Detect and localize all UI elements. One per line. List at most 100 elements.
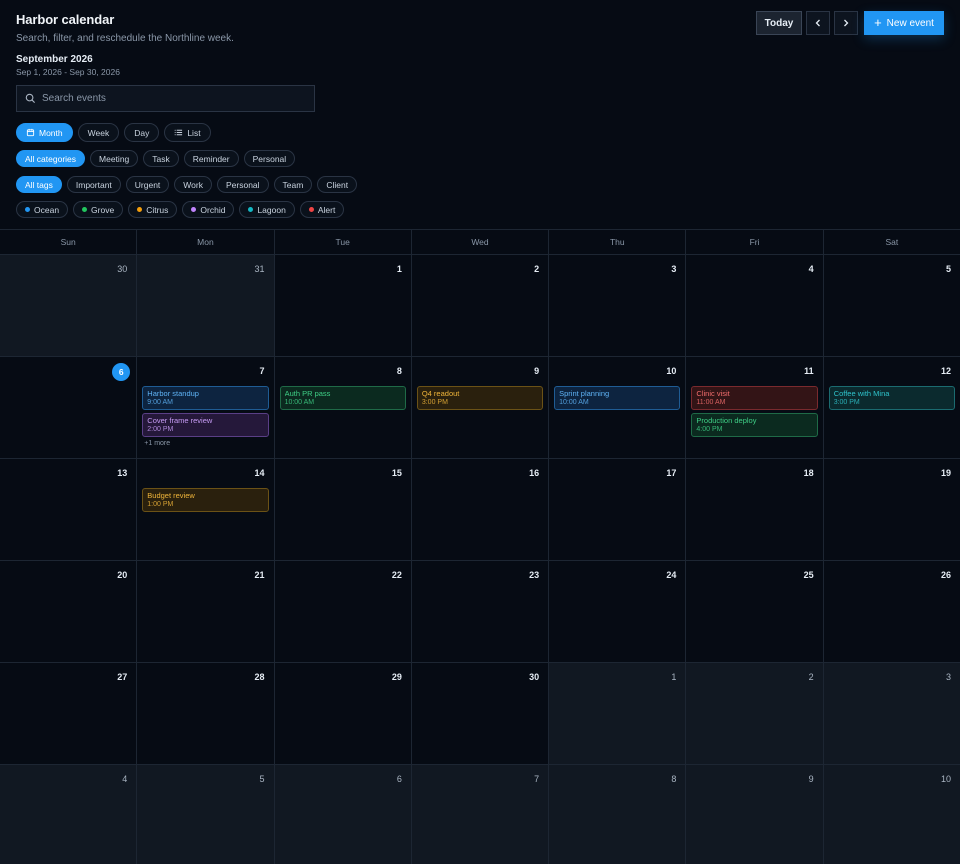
day-cell[interactable]: 11 Clinic visit 11:00 AM Production deploy 4…: [686, 357, 824, 458]
view-list-button[interactable]: List: [164, 123, 211, 142]
category-chip-reminder[interactable]: Reminder: [183, 150, 239, 167]
tag-chip-personal[interactable]: Personal: [216, 176, 269, 193]
event-time: 3:00 PM: [421, 399, 448, 406]
day-cell[interactable]: 20: [0, 561, 138, 662]
color-chip-citrus[interactable]: Citrus: [128, 201, 178, 218]
tag-chip-work[interactable]: Work: [174, 176, 212, 193]
tag-chip-team[interactable]: Team: [273, 176, 313, 193]
today-button[interactable]: Today: [756, 11, 802, 35]
color-chip-lagoon[interactable]: Lagoon: [239, 201, 295, 218]
day-number: 23: [529, 570, 540, 580]
day-cell[interactable]: 9: [686, 765, 824, 864]
event-card-budget-review[interactable]: Budget review 1:00 PM: [142, 488, 269, 512]
day-cell[interactable]: 4: [0, 765, 138, 864]
day-cell[interactable]: 19: [823, 459, 960, 560]
day-cell[interactable]: 18: [686, 459, 824, 560]
day-cell[interactable]: 3: [549, 255, 687, 356]
day-cell[interactable]: 17: [549, 459, 687, 560]
day-cell[interactable]: 14 Budget review 1:00 PM: [137, 459, 275, 560]
day-cell[interactable]: 2: [686, 663, 824, 764]
day-number: 21: [254, 570, 265, 580]
day-number: 26: [940, 570, 951, 580]
day-cell[interactable]: 25: [686, 561, 824, 662]
weekday-mon: Mon: [137, 230, 275, 254]
color-chip-orchid[interactable]: Orchid: [182, 201, 235, 218]
color-chip-alert[interactable]: Alert: [299, 201, 345, 218]
color-filter: Ocean Grove Citrus Orchid Lagoon Alert: [16, 201, 345, 218]
day-cell[interactable]: 9 Q4 readout 3:00 PM: [411, 357, 550, 458]
day-cell[interactable]: 16: [411, 459, 550, 560]
event-card-auth-pr-pass[interactable]: Auth PR pass 10:00 AM: [279, 386, 406, 410]
event-card-production-deploy[interactable]: Production deploy 4:00 PM: [691, 413, 818, 437]
day-cell[interactable]: 7 Harbor standup 9:00 AM Cover frame review…: [137, 357, 275, 458]
event-card-clinic-visit[interactable]: Clinic visit 11:00 AM: [691, 386, 818, 410]
new-event-button[interactable]: + New event: [864, 11, 944, 35]
day-cell[interactable]: 21: [137, 561, 275, 662]
day-cell[interactable]: 22: [274, 561, 412, 662]
day-cell[interactable]: 3: [823, 663, 960, 764]
color-chip-ocean[interactable]: Ocean: [16, 201, 69, 218]
day-cell[interactable]: 8 Auth PR pass 10:00 AM: [274, 357, 412, 458]
day-cell[interactable]: 28: [137, 663, 275, 764]
day-cell[interactable]: 30: [0, 255, 138, 356]
color-chip-grove[interactable]: Grove: [73, 201, 124, 218]
previous-month-button[interactable]: [806, 11, 830, 35]
category-chip-task[interactable]: Task: [143, 150, 179, 167]
tag-chip-all-tags[interactable]: All tags: [16, 176, 62, 193]
tag-chip-client[interactable]: Client: [317, 176, 358, 193]
event-time: 11:00 AM: [696, 399, 726, 406]
category-filter: All categories Meeting Task Reminder Persona…: [16, 150, 296, 167]
day-number: 13: [117, 468, 128, 478]
calendar-icon: [26, 128, 35, 137]
day-cell[interactable]: 10: [823, 765, 960, 864]
view-week-button[interactable]: Week: [77, 123, 120, 142]
tag-chip-urgent[interactable]: Urgent: [125, 176, 170, 193]
day-number: 6: [396, 774, 402, 784]
color-dot: [25, 207, 30, 212]
view-month-button[interactable]: Month: [16, 123, 73, 142]
tag-chip-important[interactable]: Important: [66, 176, 121, 193]
day-cell[interactable]: 26: [823, 561, 960, 662]
day-cell[interactable]: 6: [274, 765, 412, 864]
category-chip-meeting[interactable]: Meeting: [90, 150, 139, 167]
day-cell[interactable]: 4: [686, 255, 824, 356]
search-input[interactable]: [42, 93, 302, 104]
day-cell[interactable]: 8: [549, 765, 687, 864]
event-title: Sprint planning: [559, 389, 610, 398]
day-number: 2: [534, 264, 540, 274]
day-cell[interactable]: 2: [411, 255, 550, 356]
day-number: 4: [122, 774, 128, 784]
day-cell[interactable]: 12 Coffee with Mina 3:00 PM: [823, 357, 960, 458]
category-chip-personal[interactable]: Personal: [243, 150, 296, 167]
day-cell[interactable]: 30: [411, 663, 550, 764]
day-cell[interactable]: 1: [274, 255, 412, 356]
day-cell[interactable]: 13: [0, 459, 138, 560]
day-cell[interactable]: 31: [137, 255, 275, 356]
category-chip-all-categories[interactable]: All categories: [16, 150, 86, 167]
view-day-button[interactable]: Day: [124, 123, 160, 142]
day-cell[interactable]: 23: [411, 561, 550, 662]
event-card-q4-readout[interactable]: Q4 readout 3:00 PM: [416, 386, 544, 410]
day-number: 5: [259, 774, 265, 784]
event-card-coffee-with-mina[interactable]: Coffee with Mina 3:00 PM: [828, 386, 955, 410]
day-cell[interactable]: 24: [549, 561, 687, 662]
color-dot: [308, 207, 314, 212]
event-card-sprint-planning[interactable]: Sprint planning 10:00 AM: [554, 386, 681, 410]
day-cell[interactable]: 6: [0, 357, 138, 458]
day-cell[interactable]: 27: [0, 663, 138, 764]
day-cell[interactable]: 15: [274, 459, 412, 560]
more-events-link[interactable]: +1 more: [142, 440, 268, 447]
color-dot: [191, 207, 197, 212]
day-cell[interactable]: 5: [137, 765, 275, 864]
day-cell[interactable]: 1: [549, 663, 687, 764]
month-grid: Sun Mon Tue Wed Thu Fri Sat 30 31 1 2 3 4 5 6 7 Harbor …: [0, 229, 960, 864]
event-card-cover-frame-review[interactable]: Cover frame review 2:00 PM: [142, 413, 269, 437]
day-cell[interactable]: 5: [823, 255, 960, 356]
event-card-harbor-standup[interactable]: Harbor standup 9:00 AM: [142, 386, 269, 410]
day-number: 31: [254, 264, 265, 274]
day-cell[interactable]: 29: [274, 663, 412, 764]
day-cell[interactable]: 7: [411, 765, 550, 864]
weekday-sun: Sun: [0, 230, 138, 254]
day-cell[interactable]: 10 Sprint planning 10:00 AM: [549, 357, 687, 458]
next-month-button[interactable]: [834, 11, 858, 35]
